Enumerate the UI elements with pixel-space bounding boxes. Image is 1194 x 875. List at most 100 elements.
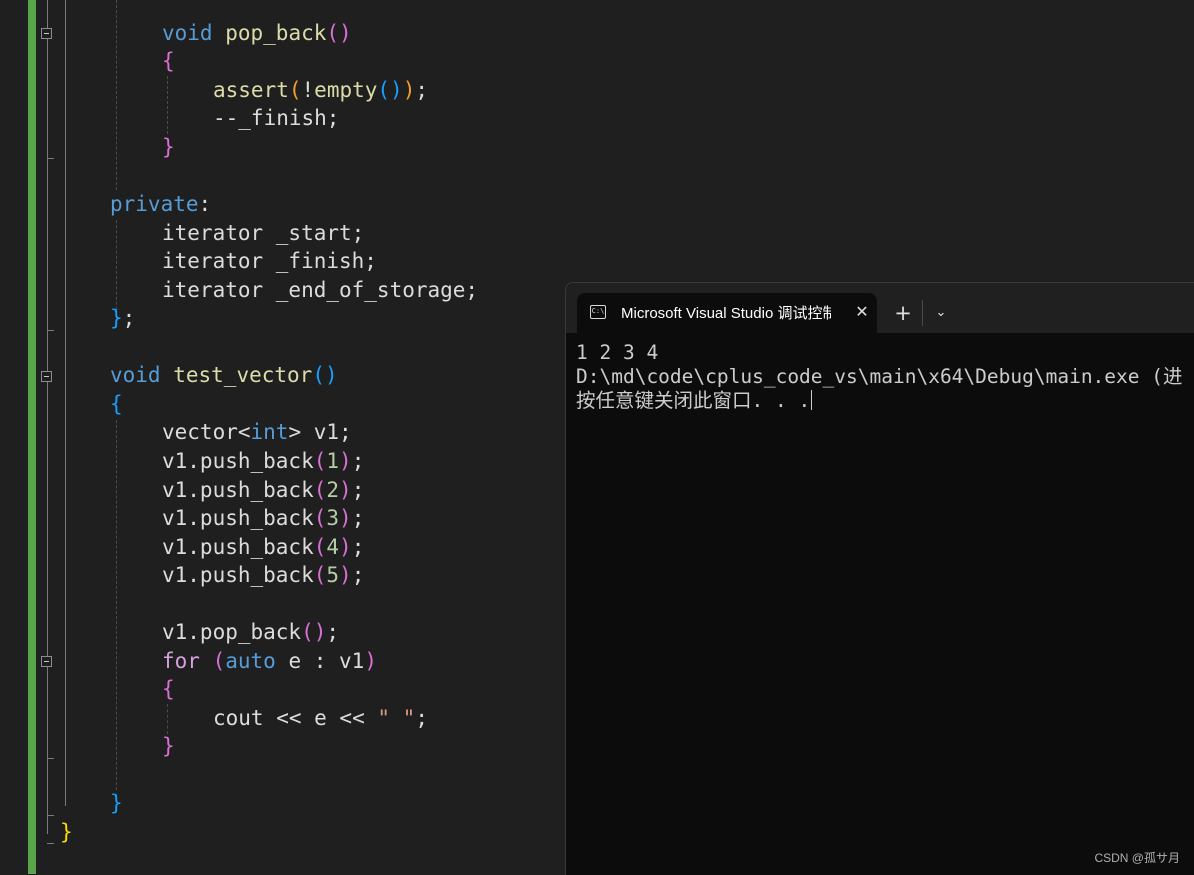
code-token: () — [312, 363, 338, 387]
output-line: D:\md\code\cplus_code_vs\main\x64\Debug\… — [576, 365, 1183, 388]
code-token: { — [110, 392, 123, 416]
code-token: ) — [364, 649, 377, 673]
code-token: 5 — [326, 563, 340, 587]
code-token: void — [162, 21, 213, 45]
code-line: private: — [110, 190, 211, 218]
outline-end-tick — [47, 758, 54, 759]
console-output[interactable]: 1 2 3 4 D:\md\code\cplus_code_vs\main\x6… — [576, 341, 1194, 875]
output-line-text: 按任意键关闭此窗口. . . — [576, 389, 811, 412]
outline-line-inner — [65, 0, 66, 806]
output-line: 1 2 3 4 — [576, 341, 659, 364]
code-token: () — [326, 21, 352, 45]
code-line: v1.push_back(4); — [162, 533, 364, 561]
code-token: } — [162, 734, 175, 758]
code-line: void pop_back() — [162, 19, 352, 47]
new-tab-button[interactable]: + — [891, 301, 915, 325]
debug-console-window[interactable]: C:\ Microsoft Visual Studio 调试控制台 ✕ + ⌄ … — [565, 282, 1194, 875]
code-token: v1.push_back — [162, 449, 314, 473]
code-line: } — [162, 133, 175, 161]
code-token: ; — [326, 620, 340, 644]
outline-end-tick — [47, 330, 54, 331]
collapse-icon[interactable] — [41, 656, 52, 667]
code-token: 4 — [326, 535, 340, 559]
code-token: --_finish; — [213, 106, 340, 130]
title-bar[interactable]: C:\ Microsoft Visual Studio 调试控制台 ✕ + ⌄ — [566, 283, 1194, 333]
indent-guide — [116, 0, 117, 190]
text-cursor — [811, 390, 813, 410]
collapse-icon[interactable] — [41, 371, 52, 382]
tab-divider — [922, 300, 923, 326]
code-token: v1.pop_back — [162, 620, 302, 644]
code-token: ( — [313, 506, 327, 530]
code-token: private — [110, 192, 199, 216]
code-token: v1.push_back — [162, 563, 314, 587]
outline-end-tick — [47, 843, 54, 844]
code-line: v1.push_back(1); — [162, 447, 364, 475]
code-token: ; — [351, 535, 365, 559]
code-token: void — [110, 363, 161, 387]
code-token: 1 — [326, 449, 340, 473]
code-token: ; — [351, 478, 365, 502]
code-token: ( — [313, 449, 327, 473]
code-token: 3 — [326, 506, 340, 530]
console-icon: C:\ — [590, 305, 606, 319]
code-token: ) — [339, 535, 352, 559]
code-token: empty — [314, 78, 378, 102]
code-line: { — [162, 47, 175, 75]
close-icon[interactable]: ✕ — [851, 301, 873, 323]
code-line: { — [110, 390, 123, 418]
output-line: 按任意键关闭此窗口. . . — [576, 389, 1194, 413]
code-token: ( — [313, 563, 327, 587]
code-token: assert — [213, 78, 289, 102]
indent-guide — [116, 420, 117, 790]
chevron-down-icon[interactable]: ⌄ — [930, 301, 952, 325]
code-line: } — [162, 732, 175, 760]
code-token: > v1; — [288, 420, 352, 444]
code-token: ) — [339, 449, 352, 473]
code-token: iterator _end_of_storage; — [162, 278, 479, 302]
code-line: v1.pop_back(); — [162, 618, 339, 646]
code-line: { — [162, 675, 175, 703]
outline-end-tick — [47, 158, 54, 159]
code-token: ) — [339, 563, 352, 587]
code-token: test_vector — [173, 363, 313, 387]
code-token: vector< — [162, 420, 251, 444]
code-token: { — [162, 49, 175, 73]
code-token: ) — [339, 478, 352, 502]
code-token: ; — [415, 706, 428, 730]
console-tab[interactable]: C:\ Microsoft Visual Studio 调试控制台 ✕ — [577, 293, 877, 333]
code-token: ( — [288, 78, 302, 102]
code-line: v1.push_back(3); — [162, 504, 364, 532]
code-token: v1.push_back — [162, 535, 314, 559]
code-line: v1.push_back(5); — [162, 561, 364, 589]
code-token: { — [162, 677, 175, 701]
code-token: " " — [377, 706, 416, 730]
code-line: iterator _finish; — [162, 247, 377, 275]
code-line: for (auto e : v1) — [162, 647, 377, 675]
code-token: ) — [339, 506, 352, 530]
code-token: ; — [351, 506, 365, 530]
code-token: ( — [313, 478, 327, 502]
outline-line — [47, 0, 48, 834]
code-token: ) — [402, 78, 416, 102]
indent-guide — [167, 704, 168, 734]
watermark: CSDN @孤サ月 — [1094, 851, 1180, 865]
code-token: pop_back — [225, 21, 327, 45]
code-line: assert(!empty()); — [213, 76, 428, 104]
code-line: }; — [110, 304, 135, 332]
code-token: e : v1 — [275, 649, 365, 673]
code-token: v1.push_back — [162, 506, 314, 530]
code-line: } — [110, 789, 123, 817]
code-line: cout << e << " "; — [213, 704, 428, 732]
code-token: } — [162, 135, 175, 159]
code-token: v1.push_back — [162, 478, 314, 502]
change-tracking-bar — [28, 0, 36, 874]
collapse-icon[interactable] — [41, 28, 52, 39]
code-token: iterator _finish; — [162, 249, 377, 273]
code-token: () — [301, 620, 327, 644]
editor-gutter — [0, 0, 28, 874]
code-token: : — [198, 192, 212, 216]
